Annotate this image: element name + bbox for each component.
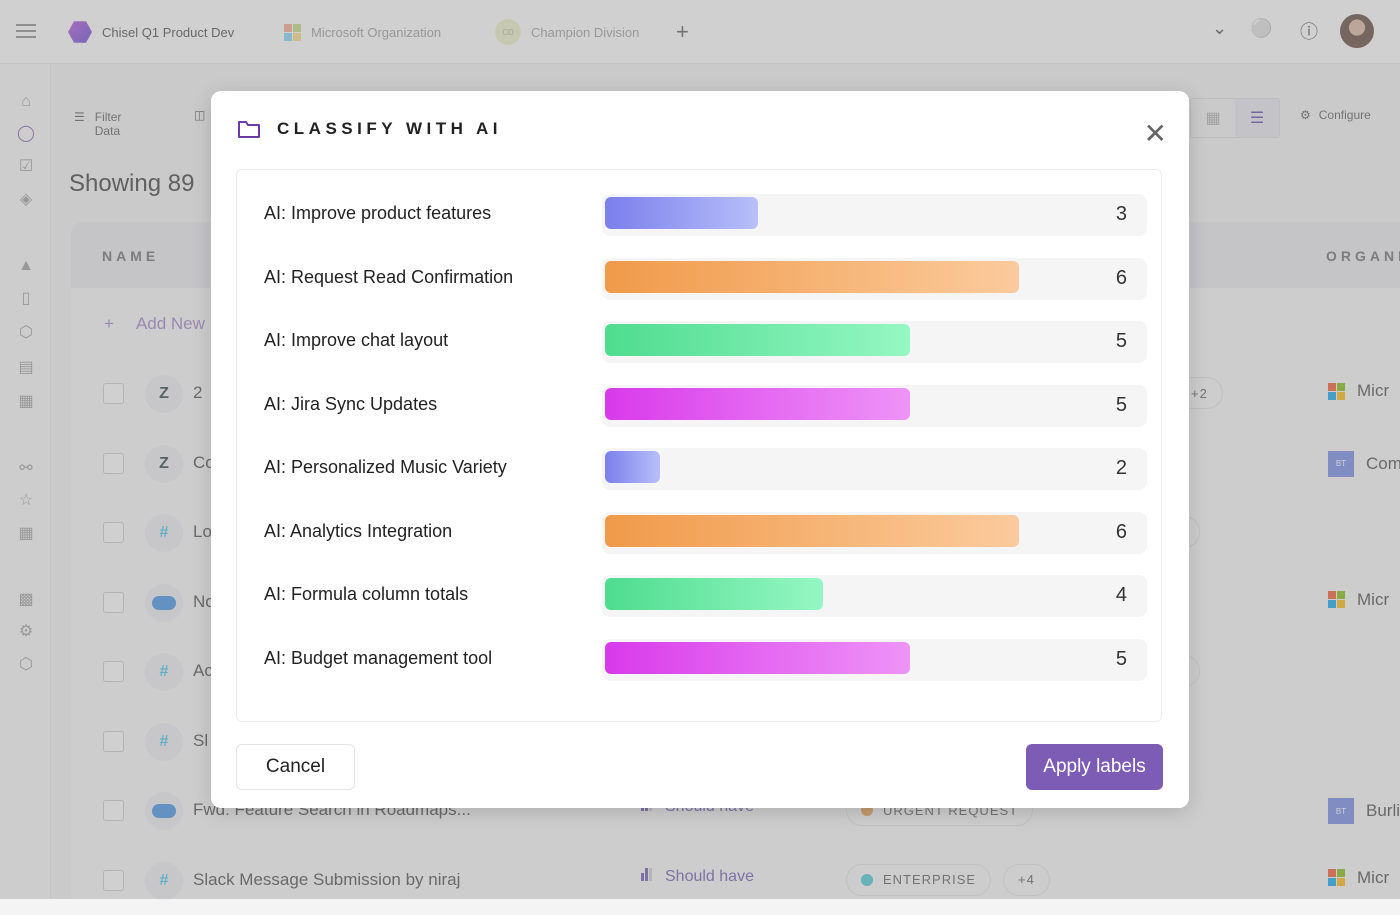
- count-bar-fill: [605, 578, 823, 610]
- label-count: 5: [1115, 330, 1127, 352]
- label-row[interactable]: AI: Improve chat layout 5: [237, 321, 1163, 363]
- label-row[interactable]: AI: Request Read Confirmation 6: [237, 257, 1163, 300]
- count-bar-fill: [605, 641, 911, 674]
- label-count: 6: [1115, 520, 1127, 543]
- count-bar-track: 6: [602, 257, 1147, 300]
- cancel-button[interactable]: Cancel: [236, 744, 355, 790]
- count-bar-fill: [605, 514, 1020, 547]
- label-count: 3: [1115, 203, 1127, 225]
- label-row[interactable]: AI: Improve product features 3: [237, 194, 1163, 236]
- label-count: 5: [1115, 647, 1127, 670]
- count-bar-track: 5: [602, 638, 1147, 681]
- label-list: AI: Improve product features 3 AI: Reque…: [236, 169, 1162, 722]
- label-name: AI: Personalized Music Variety: [264, 457, 507, 477]
- count-bar-track: 4: [602, 575, 1147, 617]
- label-name: AI: Jira Sync Updates: [264, 393, 438, 414]
- modal-header: CLASSIFY WITH AI: [237, 119, 502, 139]
- count-bar-track: 5: [602, 321, 1147, 363]
- count-bar-track: 6: [602, 511, 1147, 554]
- count-bar-fill: [605, 260, 1020, 293]
- label-row[interactable]: AI: Analytics Integration 6: [237, 511, 1163, 554]
- count-bar-fill: [605, 197, 758, 229]
- count-bar-track: 2: [602, 448, 1147, 490]
- label-row[interactable]: AI: Budget management tool 5: [237, 638, 1163, 681]
- label-count: 6: [1115, 266, 1127, 289]
- label-name: AI: Improve product features: [264, 203, 492, 223]
- close-icon[interactable]: ✕: [1144, 120, 1167, 148]
- modal-title: CLASSIFY WITH AI: [277, 119, 502, 138]
- label-name: AI: Improve chat layout: [264, 330, 449, 350]
- label-name: AI: Budget management tool: [264, 647, 493, 668]
- label-name: AI: Request Read Confirmation: [264, 266, 514, 287]
- label-count: 5: [1115, 393, 1127, 416]
- label-count: 2: [1115, 457, 1127, 479]
- count-bar-fill: [605, 324, 911, 356]
- label-row[interactable]: AI: Personalized Music Variety 2: [237, 448, 1163, 490]
- count-bar-track: 3: [602, 194, 1147, 236]
- count-bar-fill: [605, 387, 911, 420]
- label-name: AI: Formula column totals: [264, 584, 469, 604]
- classify-ai-modal: CLASSIFY WITH AI ✕ AI: Improve product f…: [211, 91, 1189, 808]
- folder-icon: [238, 121, 260, 138]
- label-row[interactable]: AI: Formula column totals 4: [237, 575, 1163, 617]
- count-bar-fill: [605, 451, 660, 483]
- label-name: AI: Analytics Integration: [264, 520, 453, 541]
- count-bar-track: 5: [602, 384, 1147, 427]
- apply-labels-button[interactable]: Apply labels: [1026, 744, 1163, 790]
- label-row[interactable]: AI: Jira Sync Updates 5: [237, 384, 1163, 427]
- label-count: 4: [1115, 584, 1127, 606]
